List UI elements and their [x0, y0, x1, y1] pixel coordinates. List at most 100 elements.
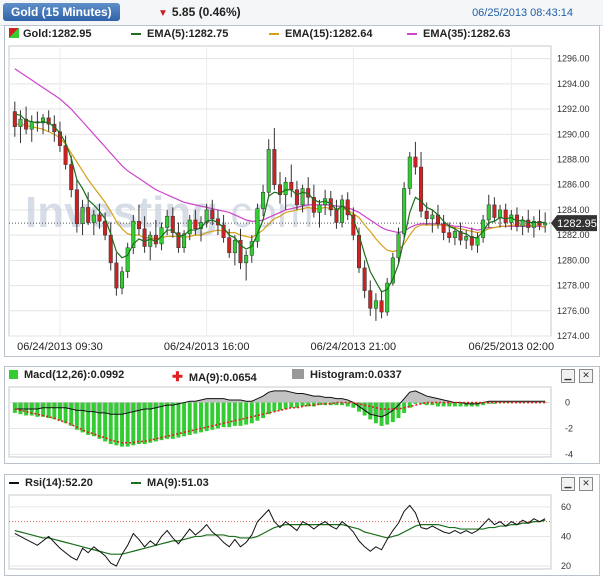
- rsi-panel: Rsi(14):52.20 MA(9):51.03 ▁ ✕ 60 40 20: [4, 474, 600, 576]
- y-tick-label: 1278.00: [557, 281, 590, 291]
- candle-body: [537, 221, 542, 226]
- candle-body: [244, 255, 249, 264]
- histogram-bar: [125, 402, 130, 447]
- candle-body: [368, 290, 373, 309]
- candle-body: [464, 236, 469, 241]
- y-tick-label: 20: [561, 561, 571, 571]
- candle-body: [69, 164, 74, 190]
- histogram-bar: [255, 402, 260, 421]
- histogram-bar: [170, 402, 175, 439]
- candle-body: [294, 189, 299, 206]
- histogram-bar: [63, 402, 68, 424]
- macd-chart[interactable]: 0 -2 -4: [5, 383, 599, 463]
- price-change: ▼ 5.85 (0.46%): [158, 5, 241, 19]
- histogram-bar: [390, 402, 395, 422]
- price-change-value: 5.85 (0.46%): [171, 5, 241, 19]
- candle-body: [430, 214, 435, 219]
- candle-body: [396, 233, 401, 259]
- rsi-legend: Rsi(14):52.20 MA(9):51.03: [5, 475, 599, 491]
- histogram-bar: [108, 402, 113, 445]
- histogram-bar: [278, 402, 282, 411]
- histogram-bar: [41, 402, 46, 417]
- candle-body: [526, 219, 531, 228]
- y-tick-label: 1296.00: [557, 54, 590, 64]
- histogram-bar: [238, 402, 243, 426]
- legend-macd-label: Macd(12,26):0.0992: [24, 369, 125, 381]
- histogram-bar: [114, 402, 119, 446]
- candle-body: [441, 223, 446, 233]
- candle-body: [148, 234, 153, 247]
- candle-body: [120, 271, 125, 289]
- close-button[interactable]: ✕: [579, 369, 593, 383]
- close-icon: ✕: [582, 370, 590, 380]
- histogram-bar: [413, 402, 418, 404]
- legend-ema5: EMA(5):1282.75: [131, 28, 228, 40]
- histogram-bar: [176, 402, 181, 438]
- histogram-bar: [289, 402, 294, 408]
- histogram-bar: [80, 402, 85, 433]
- chart-header: Gold (15 Minutes) ▼ 5.85 (0.46%) 06/25/20…: [0, 0, 603, 26]
- close-button[interactable]: ✕: [579, 477, 593, 491]
- histogram-bar: [232, 402, 237, 426]
- legend-rsi: Rsi(14):52.20: [9, 477, 93, 489]
- legend-gold-label: Gold:1282.95: [23, 28, 92, 40]
- candle-body: [379, 300, 384, 313]
- candle-body: [300, 188, 305, 206]
- rsi-chart[interactable]: 60 40 20: [5, 491, 599, 575]
- y-tick-label: -2: [565, 423, 573, 433]
- y-tick-label: 0: [565, 398, 570, 408]
- candle-body: [334, 209, 339, 223]
- candle-body: [340, 199, 345, 223]
- legend-rsi-label: Rsi(14):52.20: [25, 477, 93, 489]
- instrument-title[interactable]: Gold (15 Minutes): [3, 3, 120, 21]
- histogram-bar: [86, 402, 91, 435]
- minimize-button[interactable]: ▁: [561, 369, 575, 383]
- histogram-bar: [272, 402, 277, 412]
- histogram-bar: [52, 402, 57, 420]
- histogram-bar: [69, 402, 74, 426]
- candle-body: [272, 149, 277, 185]
- candle-body: [283, 181, 288, 196]
- x-tick-label: 06/24/2013 09:30: [17, 341, 103, 353]
- candle-body: [193, 219, 198, 230]
- candle-body: [227, 237, 232, 254]
- legend-gold: Gold:1282.95: [9, 28, 91, 40]
- y-tick-label: 1280.00: [557, 255, 590, 265]
- candle-body: [63, 145, 68, 165]
- candle-body: [125, 247, 130, 272]
- histogram-bar: [379, 402, 384, 426]
- candle-body: [136, 221, 141, 230]
- x-tick-label: 06/25/2013 02:00: [469, 341, 555, 353]
- candle-body: [97, 214, 102, 222]
- minimize-button[interactable]: ▁: [561, 477, 575, 491]
- y-tick-label: 1282.00: [557, 230, 590, 240]
- y-tick-label: 1284.00: [557, 205, 590, 215]
- legend-ema15-label: EMA(15):1282.64: [285, 28, 373, 40]
- price-chart[interactable]: 1274.00 1276.00 1278.00 1280.00 1282.00 1284.…: [5, 42, 599, 356]
- y-tick-label: 1274.00: [557, 331, 590, 341]
- histogram-bar: [368, 402, 373, 420]
- histogram-bar: [373, 402, 378, 424]
- histogram-bar: [261, 402, 266, 419]
- candle-body: [498, 209, 503, 218]
- histogram-bar: [57, 402, 62, 421]
- legend-rsi-ma: MA(9):51.03: [131, 477, 209, 489]
- legend-ema35: EMA(35):1282.63: [407, 28, 510, 40]
- legend-histogram-label: Histogram:0.0337: [310, 369, 402, 381]
- candle-body: [114, 262, 119, 289]
- y-tick-label: 60: [561, 502, 571, 512]
- y-tick-label: 1294.00: [557, 79, 590, 89]
- histogram-bar: [244, 402, 249, 425]
- last-price-label: 1282.95: [557, 218, 597, 230]
- plus-icon: ✚: [172, 369, 183, 384]
- candle-body: [74, 189, 79, 225]
- legend-rsi-ma-label: MA(9):51.03: [147, 477, 209, 489]
- candle-body: [165, 215, 170, 228]
- histogram-bar: [182, 402, 187, 437]
- macd-square-icon: [9, 370, 18, 379]
- histogram-bar: [187, 402, 192, 435]
- minimize-icon: ▁: [564, 478, 572, 488]
- candle-body: [266, 149, 271, 193]
- candle-body: [18, 118, 23, 127]
- legend-ema5-label: EMA(5):1282.75: [147, 28, 229, 40]
